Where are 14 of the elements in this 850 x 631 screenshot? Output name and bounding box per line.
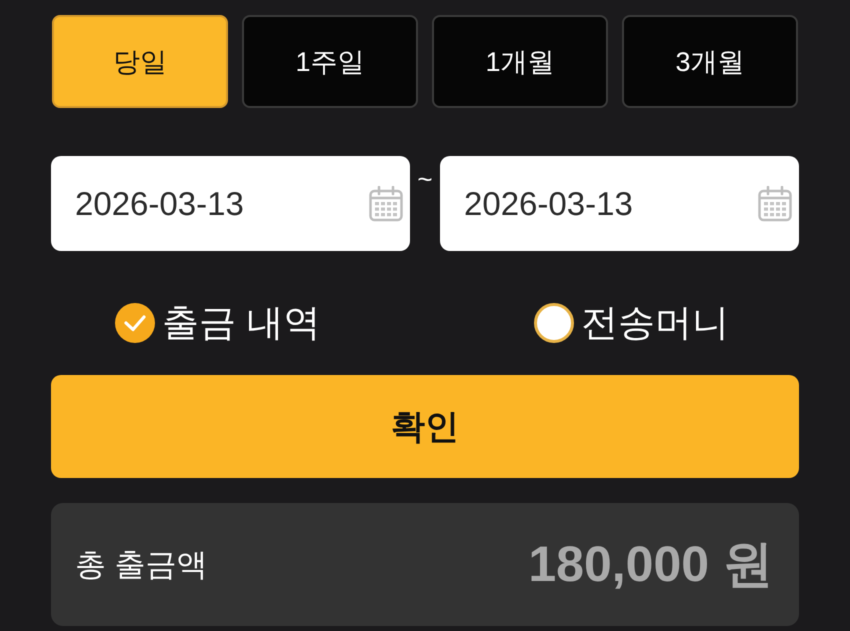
period-tab[interactable]: 당일 <box>52 15 228 108</box>
summary-label: 총 출금액 <box>75 546 208 584</box>
period-tab[interactable]: 1개월 <box>432 15 608 108</box>
range-separator: ~ <box>416 166 434 192</box>
calendar-icon[interactable] <box>758 186 792 222</box>
radio-option[interactable]: 출금 내역 <box>115 301 320 345</box>
period-tab[interactable]: 1주일 <box>242 15 418 108</box>
radio-option[interactable]: 전송머니 <box>534 301 729 345</box>
confirm-button[interactable]: 확인 <box>51 375 799 478</box>
date-input[interactable]: 2026-03-13 <box>440 156 799 251</box>
date-input[interactable]: 2026-03-13 <box>51 156 410 251</box>
period-tab[interactable]: 3개월 <box>622 15 798 108</box>
calendar-icon[interactable] <box>369 186 403 222</box>
summary-amount: 180,000 원 <box>528 535 773 594</box>
